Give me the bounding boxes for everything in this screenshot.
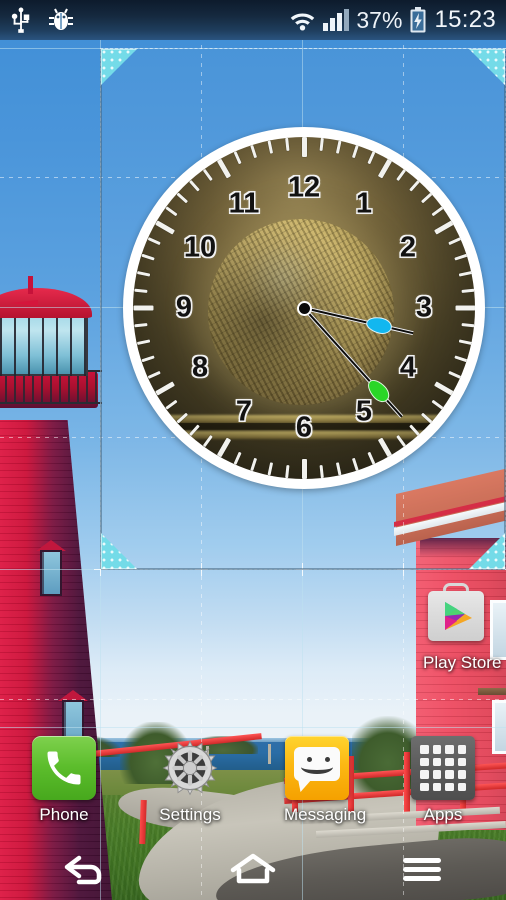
gear-icon [158,736,222,800]
navigation-bar [0,838,506,900]
back-arrow-icon [65,855,102,885]
clock-numeral: 3 [415,291,433,324]
home-icon [230,853,276,884]
dock-item-settings[interactable]: Settings [157,736,223,825]
clock-tick-major [301,137,307,157]
resize-handle-bottom-left[interactable] [101,533,137,569]
home-icon-play-store[interactable]: Play Store [423,583,502,673]
wallpaper-post [268,744,271,764]
dock-item-label: Phone [39,805,89,824]
dock-item-messaging[interactable]: Messaging [284,736,367,825]
status-bar[interactable]: 37% 15:23 [0,0,506,40]
dock-item-label: Messaging [284,805,367,824]
clock-numeral: 4 [399,351,416,384]
message-bubble-icon [285,736,349,800]
status-bar-right: 37% 15:23 [289,6,496,34]
frame-edge-left [100,49,102,569]
dock-item-label: Apps [423,805,463,824]
resize-handle-top-right[interactable] [469,49,505,85]
clock-numeral: 5 [355,395,373,428]
nav-home-button[interactable] [208,838,298,900]
clock-center-hub [296,300,312,316]
cell-signal-icon [323,9,350,31]
clock-numeral: 8 [191,351,209,384]
debug-bug-icon [49,8,73,30]
clock-tick-minor [284,464,289,479]
wallpaper-house-ledge [478,688,506,695]
status-bar-clock: 15:23 [434,6,496,33]
battery-charging-icon [410,7,426,33]
frame-edge-bottom [101,568,505,570]
status-bar-left [10,7,74,33]
usb-icon [11,7,30,33]
clock-tick-major [133,305,153,311]
dock-item-label: Settings [159,805,221,824]
dock-item-phone[interactable]: Phone [31,736,97,825]
resize-handle-top-left[interactable] [101,49,137,85]
menu-icon [402,858,441,881]
clock-numeral: 6 [295,411,313,444]
nav-menu-button[interactable] [377,838,467,900]
dock-item-apps[interactable]: Apps [410,736,476,825]
clock-numeral: 10 [183,231,217,264]
android-home-screen: 12 1 2 3 4 5 6 7 8 9 10 11 Play Store Ph… [0,0,506,900]
apps-grid-dots [420,745,466,791]
clock-tick-minor [319,137,324,152]
clock-tick-major [455,305,475,311]
wallpaper-lantern-bars [0,310,88,376]
wifi-icon [291,13,315,31]
phone-icon [32,736,96,800]
clock-numeral: 9 [175,291,193,324]
resize-handle-bottom-right[interactable] [469,533,505,569]
clock-numeral: 1 [355,187,373,220]
analog-clock-widget[interactable]: 12 1 2 3 4 5 6 7 8 9 10 11 [123,127,485,489]
clock-tick-major [301,459,307,479]
battery-percent-label: 37% [356,6,403,33]
app-grid-icon [411,736,475,800]
messaging-face-mouth [301,760,333,774]
clock-numeral: 12 [287,171,321,204]
wallpaper-lighthouse-window [40,550,62,596]
wallpaper-house-window [490,600,506,660]
home-icon-label: Play Store [423,653,502,672]
wallpaper-lighthouse-finial [28,276,33,294]
nav-back-button[interactable] [39,838,129,900]
clock-numeral: 11 [228,187,260,220]
play-store-bag [428,591,484,641]
clock-numeral: 7 [235,395,253,428]
clock-numeral: 2 [399,231,416,264]
clock-dial: 12 1 2 3 4 5 6 7 8 9 10 11 [133,137,475,479]
play-store-icon [424,583,488,648]
